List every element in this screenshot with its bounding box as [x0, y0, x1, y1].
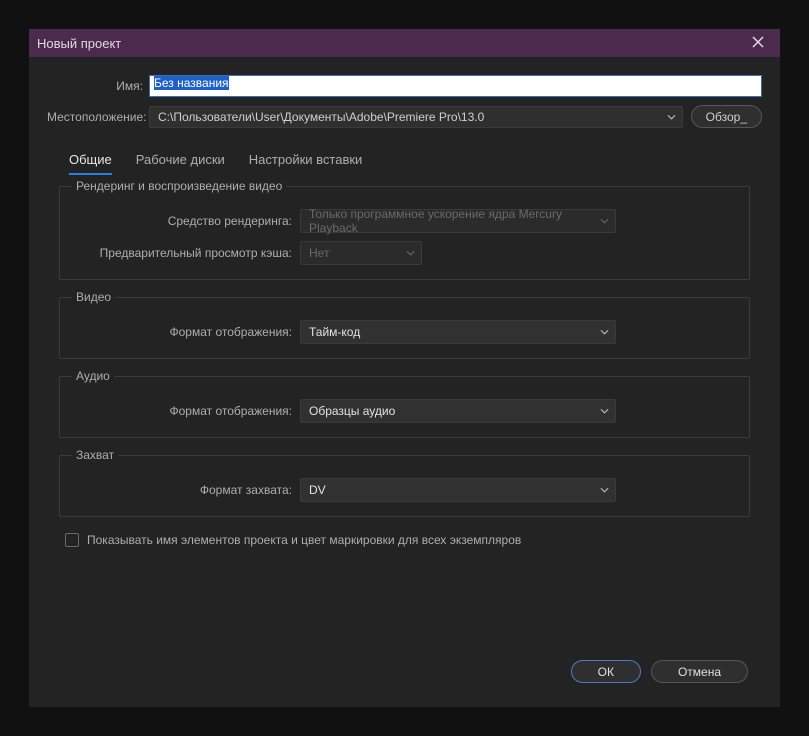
chevron-down-icon	[406, 249, 415, 258]
tab-general[interactable]: Общие	[69, 146, 112, 175]
titlebar: Новый проект	[29, 29, 780, 57]
name-input[interactable]: Без названия	[149, 75, 762, 97]
capture-format-row: Формат захвата: DV	[72, 478, 737, 502]
renderer-select: Только программное ускорение ядра Mercur…	[300, 209, 616, 233]
audio-display-label: Формат отображения:	[72, 404, 300, 418]
video-display-value: Тайм-код	[309, 325, 360, 339]
location-row: Местоположение: C:\Пользователи\User\Док…	[47, 105, 762, 128]
capture-format-value: DV	[309, 483, 326, 497]
display-name-checkbox-label: Показывать имя элементов проекта и цвет …	[87, 533, 521, 547]
dialog-title: Новый проект	[37, 36, 121, 51]
tab-ingest-settings[interactable]: Настройки вставки	[249, 146, 363, 175]
capture-format-label: Формат захвата:	[72, 483, 300, 497]
location-label: Местоположение:	[47, 110, 149, 124]
tabs: Общие Рабочие диски Настройки вставки	[47, 136, 762, 175]
cache-preview-value: Нет	[309, 246, 329, 260]
capture-section: Захват Формат захвата: DV	[59, 448, 750, 517]
location-select[interactable]: C:\Пользователи\User\Документы\Adobe\Pre…	[149, 106, 683, 128]
location-value: C:\Пользователи\User\Документы\Adobe\Pre…	[158, 110, 484, 124]
name-row: Имя: Без названия	[47, 75, 762, 97]
video-display-label: Формат отображения:	[72, 325, 300, 339]
cancel-button[interactable]: Отмена	[651, 660, 748, 683]
chevron-down-icon	[600, 407, 609, 416]
cache-preview-select: Нет	[300, 241, 422, 265]
video-legend: Видео	[72, 290, 115, 304]
capture-format-select[interactable]: DV	[300, 478, 616, 502]
audio-display-value: Образцы аудио	[309, 404, 395, 418]
audio-display-row: Формат отображения: Образцы аудио	[72, 399, 737, 423]
dialog-body: Имя: Без названия Местоположение: C:\Пол…	[29, 57, 780, 707]
chevron-down-icon	[600, 328, 609, 337]
cache-preview-row: Предварительный просмотр кэша: Нет	[72, 241, 737, 265]
close-icon	[752, 36, 764, 51]
audio-legend: Аудио	[72, 369, 114, 383]
name-value: Без названия	[154, 76, 229, 90]
capture-legend: Захват	[72, 448, 118, 462]
video-display-row: Формат отображения: Тайм-код	[72, 320, 737, 344]
rendering-legend: Рендеринг и воспроизведение видео	[72, 179, 286, 193]
close-button[interactable]	[744, 31, 772, 55]
rendering-section: Рендеринг и воспроизведение видео Средст…	[59, 179, 750, 280]
cache-preview-label: Предварительный просмотр кэша:	[72, 246, 300, 260]
chevron-down-icon	[600, 486, 609, 495]
tab-scratch-disks[interactable]: Рабочие диски	[136, 146, 225, 175]
video-section: Видео Формат отображения: Тайм-код	[59, 290, 750, 359]
audio-display-select[interactable]: Образцы аудио	[300, 399, 616, 423]
renderer-value: Только программное ускорение ядра Mercur…	[309, 207, 591, 235]
ok-button[interactable]: ОК	[571, 660, 641, 683]
new-project-dialog: Новый проект Имя: Без названия Местополо…	[28, 28, 781, 708]
chevron-down-icon	[600, 217, 609, 226]
renderer-label: Средство рендеринга:	[72, 214, 300, 228]
video-display-select[interactable]: Тайм-код	[300, 320, 616, 344]
display-name-checkbox-row: Показывать имя элементов проекта и цвет …	[65, 533, 750, 547]
footer: ОК Отмена	[47, 650, 762, 697]
renderer-row: Средство рендеринга: Только программное …	[72, 209, 737, 233]
chevron-down-icon	[667, 112, 676, 121]
browse-button[interactable]: Обзор_	[691, 105, 762, 128]
name-label: Имя:	[47, 79, 149, 93]
display-name-checkbox[interactable]	[65, 533, 79, 547]
audio-section: Аудио Формат отображения: Образцы аудио	[59, 369, 750, 438]
tab-content: Рендеринг и воспроизведение видео Средст…	[47, 175, 762, 650]
